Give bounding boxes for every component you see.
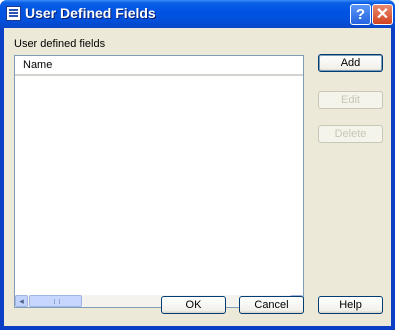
column-header-name[interactable]: Name bbox=[23, 59, 52, 71]
fields-listview[interactable]: Name ◂ ▸ bbox=[14, 55, 304, 308]
dialog-list-icon bbox=[6, 6, 21, 21]
delete-button[interactable]: Delete bbox=[318, 125, 383, 143]
edit-button[interactable]: Edit bbox=[318, 91, 383, 109]
title-bar[interactable]: User Defined Fields ? ✕ bbox=[0, 0, 395, 28]
scroll-left-icon[interactable]: ◂ bbox=[15, 295, 28, 307]
dialog-window: User Defined Fields ? ✕ User defined fie… bbox=[0, 0, 395, 330]
fields-group-label: User defined fields bbox=[14, 38, 106, 50]
ok-button[interactable]: OK bbox=[161, 296, 226, 314]
close-button[interactable]: ✕ bbox=[372, 4, 393, 25]
window-title: User Defined Fields bbox=[25, 5, 156, 21]
scrollbar-thumb[interactable] bbox=[29, 295, 82, 307]
add-button[interactable]: Add bbox=[318, 54, 383, 72]
help-title-button[interactable]: ? bbox=[350, 4, 371, 25]
help-button[interactable]: Help bbox=[318, 296, 383, 314]
dialog-client-area: User defined fields Name ◂ ▸ Add Edit De… bbox=[4, 28, 391, 326]
cancel-button[interactable]: Cancel bbox=[239, 296, 304, 314]
list-header: Name bbox=[15, 56, 303, 76]
